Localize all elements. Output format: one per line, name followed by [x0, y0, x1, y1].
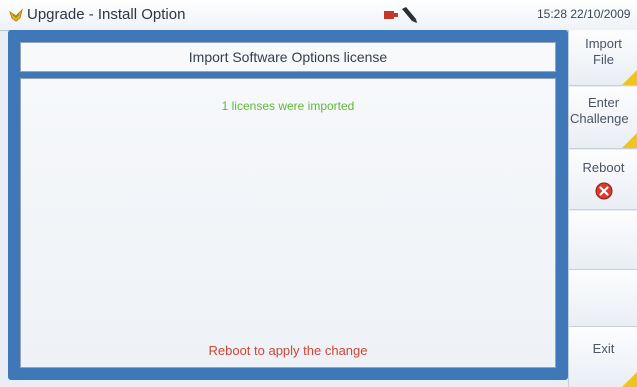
stop-icon [595, 182, 612, 200]
active-corner-icon [622, 371, 637, 387]
softkey-sidebar: Import File Enter Challenge Reboot Exit [568, 30, 637, 387]
empty-softkey-1[interactable] [569, 211, 637, 270]
exit-label: Exit [592, 341, 615, 356]
message-area: 1 licenses were imported Reboot to apply… [20, 78, 556, 368]
import-file-line1: Import [585, 36, 622, 51]
import-result-message: 1 licenses were imported [221, 99, 355, 113]
reboot-label: Reboot [582, 160, 625, 175]
upgrade-app-icon [9, 8, 23, 22]
window-title: Upgrade - Install Option [27, 6, 186, 23]
active-corner-icon [622, 69, 637, 85]
empty-softkey-2[interactable] [569, 270, 637, 327]
status-icons [384, 7, 417, 23]
dialog-title: Import Software Options license [188, 49, 388, 65]
pen-icon [402, 7, 417, 23]
enter-challenge-button[interactable]: Enter Challenge [569, 87, 637, 149]
reboot-notice: Reboot to apply the change [208, 343, 368, 358]
usb-icon [384, 11, 398, 19]
clock: 15:28 22/10/2009 [537, 7, 631, 21]
reboot-button[interactable]: Reboot [569, 150, 637, 210]
dialog-header: Import Software Options license [20, 42, 556, 72]
main-panel: Import Software Options license 1 licens… [8, 30, 568, 380]
active-corner-icon [622, 132, 637, 148]
title-bar: Upgrade - Install Option 15:28 22/10/200… [0, 0, 637, 31]
import-file-line2: File [593, 52, 614, 67]
import-file-button[interactable]: Import File [569, 30, 637, 86]
enter-challenge-line1: Enter [587, 95, 620, 110]
exit-button[interactable]: Exit [569, 327, 637, 387]
enter-challenge-line2: Challenge [570, 111, 629, 126]
